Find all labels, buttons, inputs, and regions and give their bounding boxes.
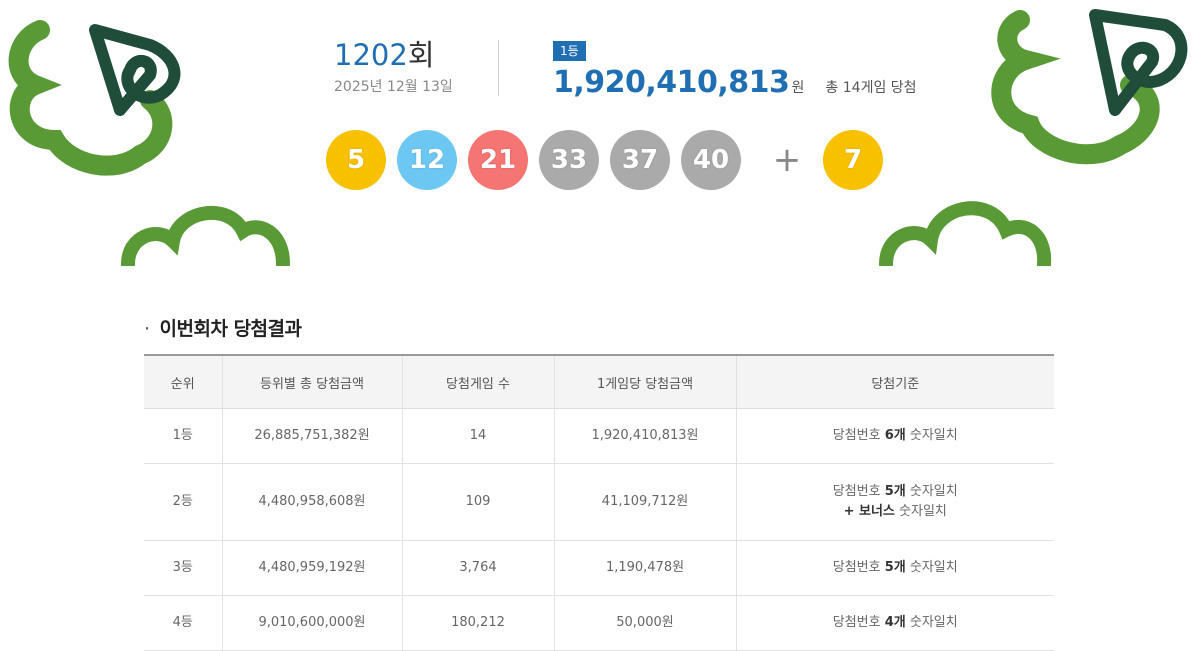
criteria-suffix: 숫자일치 (905, 560, 958, 575)
first-prize-badge: 1등 (553, 41, 586, 61)
cell-total: 9,010,600,000원 (222, 595, 403, 651)
cell-per-game: 1,190,478원 (554, 540, 737, 596)
cell-per-game: 1,920,410,813원 (554, 408, 737, 464)
criteria-count: 5개 (884, 560, 906, 575)
cell-criteria: 당첨번호 5개 숫자일치 + 보너스 숫자일치 (736, 463, 1054, 541)
cell-rank: 4등 (144, 595, 223, 651)
winning-numbers: 5 12 21 33 37 40 + 7 (326, 130, 894, 190)
winning-ball: 40 (681, 130, 741, 190)
draw-number-suffix: 회 (407, 38, 435, 72)
cell-rank: 2등 (144, 463, 223, 541)
table-header-row: 순위 등위별 총 당첨금액 당첨게임 수 1게임당 당첨금액 당첨기준 (144, 354, 1054, 409)
section-title-text: 이번회차 당첨결과 (159, 318, 302, 340)
criteria-prefix: 당첨번호 (832, 428, 885, 443)
clover-logo-right (980, 0, 1200, 200)
plus-icon: + (772, 140, 802, 180)
cell-total: 4,480,958,608원 (222, 463, 403, 541)
cell-per-game: 50,000원 (554, 595, 737, 651)
cell-games: 180,212 (402, 595, 555, 651)
section-bullet: · (144, 318, 150, 340)
criteria-suffix: 숫자일치 (905, 484, 958, 499)
table-row: 3등 4,480,959,192원 3,764 1,190,478원 당첨번호 … (144, 540, 1054, 596)
cell-per-game: 41,109,712원 (554, 463, 737, 541)
bonus-ball: 7 (823, 130, 883, 190)
cell-total: 4,480,959,192원 (222, 540, 403, 596)
header-criteria: 당첨기준 (736, 354, 1054, 409)
cell-rank: 1등 (144, 408, 223, 464)
criteria-bonus: + 보너스 (843, 504, 895, 519)
first-prize-info: 1등 1,920,410,813 원 총 14게임 당첨 (553, 40, 917, 100)
winning-ball: 5 (326, 130, 386, 190)
draw-number: 1202회 (334, 38, 453, 72)
criteria-prefix: 당첨번호 (832, 560, 885, 575)
criteria-prefix: 당첨번호 (832, 484, 885, 499)
cell-criteria: 당첨번호 6개 숫자일치 (736, 408, 1054, 464)
winning-ball: 21 (468, 130, 528, 190)
cell-total: 26,885,751,382원 (222, 408, 403, 464)
cell-games: 3,764 (402, 540, 555, 596)
results-table: 순위 등위별 총 당첨금액 당첨게임 수 1게임당 당첨금액 당첨기준 1등 2… (144, 354, 1054, 651)
header-divider (498, 40, 499, 96)
header-winning-games: 당첨게임 수 (402, 354, 555, 409)
winning-ball: 33 (539, 130, 599, 190)
criteria-count: 6개 (884, 428, 906, 443)
clover-logo-left (0, 0, 230, 200)
draw-info: 1202회 2025년 12월 13일 (334, 38, 453, 96)
cell-games: 14 (402, 408, 555, 464)
cell-rank: 3등 (144, 540, 223, 596)
header-rank: 순위 (144, 354, 223, 409)
header-per-game-amount: 1게임당 당첨금액 (554, 354, 737, 409)
first-prize-amount: 1,920,410,813 (553, 65, 790, 100)
criteria-count: 5개 (884, 484, 906, 499)
table-row: 1등 26,885,751,382원 14 1,920,410,813원 당첨번… (144, 408, 1054, 464)
winning-ball: 12 (397, 130, 457, 190)
first-prize-games: 총 14게임 당첨 (825, 80, 917, 96)
cloud-shape-left (118, 196, 298, 266)
criteria-suffix: 숫자일치 (905, 615, 958, 630)
criteria-suffix: 숫자일치 (905, 428, 958, 443)
cell-criteria: 당첨번호 5개 숫자일치 (736, 540, 1054, 596)
cell-criteria: 당첨번호 4개 숫자일치 (736, 595, 1054, 651)
first-prize-unit: 원 (791, 80, 805, 96)
cloud-shape-right (876, 190, 1056, 266)
cell-games: 109 (402, 463, 555, 541)
draw-date: 2025년 12월 13일 (334, 79, 453, 95)
criteria-count: 4개 (884, 615, 906, 630)
table-row: 2등 4,480,958,608원 109 41,109,712원 당첨번호 5… (144, 463, 1054, 541)
table-row: 4등 9,010,600,000원 180,212 50,000원 당첨번호 4… (144, 595, 1054, 651)
criteria-prefix: 당첨번호 (832, 615, 885, 630)
header-total-amount: 등위별 총 당첨금액 (222, 354, 403, 409)
draw-number-value: 1202 (334, 38, 408, 72)
section-title: · 이번회차 당첨결과 (144, 314, 302, 341)
criteria-bonus-suffix: 숫자일치 (894, 504, 947, 519)
winning-ball: 37 (610, 130, 670, 190)
